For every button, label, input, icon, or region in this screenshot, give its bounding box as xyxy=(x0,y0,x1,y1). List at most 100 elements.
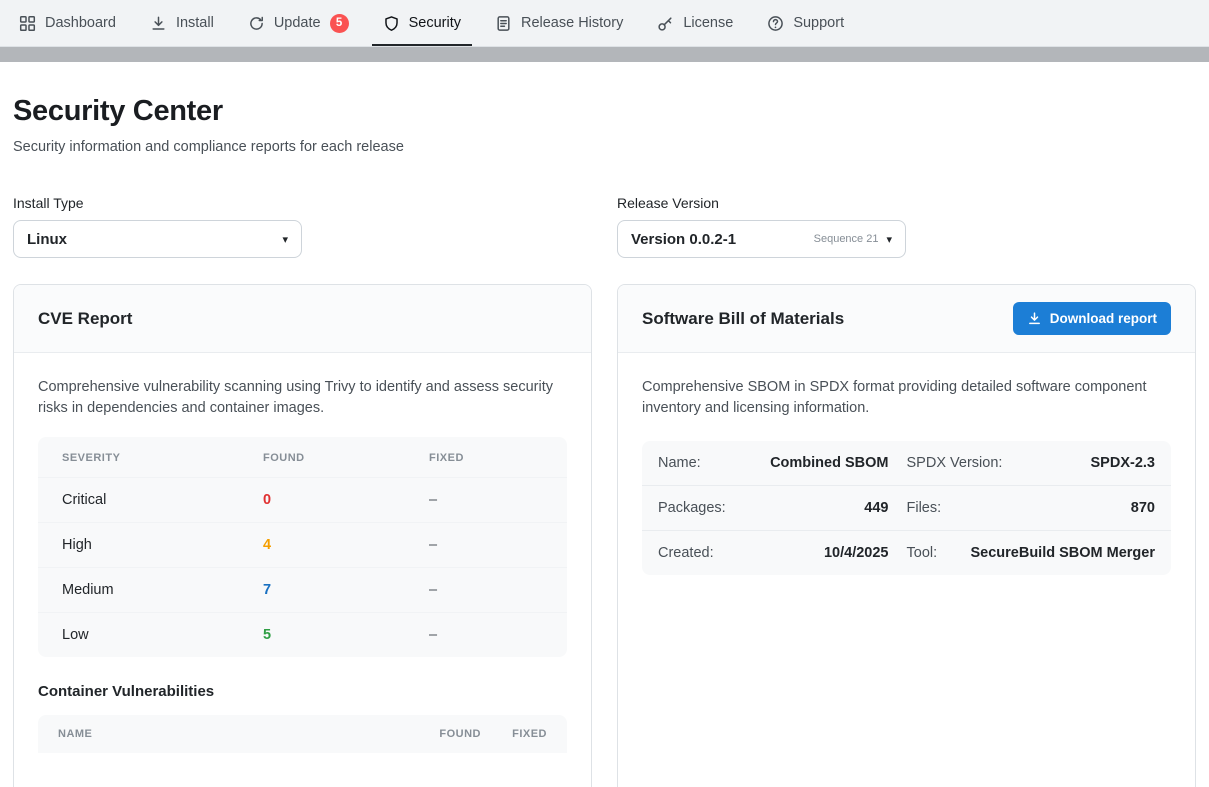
detail-value: SecureBuild SBOM Merger xyxy=(970,545,1155,561)
detail-cell-files: Files: 870 xyxy=(907,500,1156,516)
sbom-body: Comprehensive SBOM in SPDX format provid… xyxy=(618,353,1195,599)
report-cards: CVE Report Comprehensive vulnerability s… xyxy=(13,284,1196,787)
cve-report-title: CVE Report xyxy=(38,309,132,329)
top-nav: Dashboard Install Update 5 Security xyxy=(0,0,1209,47)
sbom-card: Software Bill of Materials Download repo… xyxy=(617,284,1196,787)
fixed-col-header: FIXED xyxy=(481,728,547,740)
install-type-value: Linux xyxy=(27,231,274,248)
release-version-filter: Release Version Version 0.0.2-1 Sequence… xyxy=(617,195,1196,258)
fixed-count: – xyxy=(429,537,543,553)
table-row: Packages: 449 Files: 870 xyxy=(642,485,1171,530)
install-type-label: Install Type xyxy=(13,195,592,211)
license-key-icon xyxy=(657,15,674,32)
security-center-page: Security Center Security information and… xyxy=(0,95,1209,787)
install-icon xyxy=(150,15,167,32)
table-row-low: Low 5 – xyxy=(38,612,567,657)
detail-cell-name: Name: Combined SBOM xyxy=(658,455,907,471)
chevron-down-icon: ▾ xyxy=(282,233,288,246)
severity-table: SEVERITY FOUND FIXED Critical 0 – High 4… xyxy=(38,437,567,657)
detail-value: 449 xyxy=(864,500,888,516)
page-subtitle: Security information and compliance repo… xyxy=(13,139,1196,155)
sbom-header: Software Bill of Materials Download repo… xyxy=(618,285,1195,353)
update-count-badge: 5 xyxy=(330,14,349,33)
nav-label: License xyxy=(683,15,733,31)
severity-table-header: SEVERITY FOUND FIXED xyxy=(38,437,567,477)
nav-item-install[interactable]: Install xyxy=(133,0,231,46)
release-version-value: Version 0.0.2-1 xyxy=(631,231,806,248)
detail-label: SPDX Version: xyxy=(907,455,1003,471)
detail-value: SPDX-2.3 xyxy=(1091,455,1155,471)
severity-name: High xyxy=(62,537,263,553)
detail-label: Tool: xyxy=(907,545,938,561)
table-row-high: High 4 – xyxy=(38,522,567,567)
nav-item-release-history[interactable]: Release History xyxy=(478,0,640,46)
install-type-filter: Install Type Linux ▾ xyxy=(13,195,592,258)
detail-cell-packages: Packages: 449 xyxy=(658,500,907,516)
table-row-medium: Medium 7 – xyxy=(38,567,567,612)
detail-label: Name: xyxy=(658,455,701,471)
severity-name: Critical xyxy=(62,492,263,508)
nav-label: Update xyxy=(274,15,321,31)
detail-label: Created: xyxy=(658,545,714,561)
support-icon xyxy=(767,15,784,32)
download-report-button[interactable]: Download report xyxy=(1013,302,1171,335)
found-col-header: FOUND xyxy=(391,728,481,740)
download-report-label: Download report xyxy=(1050,311,1157,326)
severity-name: Medium xyxy=(62,582,263,598)
found-count: 0 xyxy=(263,492,429,508)
detail-label: Packages: xyxy=(658,500,726,516)
security-shield-icon xyxy=(383,15,400,32)
dashboard-icon xyxy=(19,15,36,32)
severity-col-header: SEVERITY xyxy=(62,452,263,464)
sbom-title: Software Bill of Materials xyxy=(642,309,844,329)
nav-label: Support xyxy=(793,15,844,31)
container-vulnerabilities-heading: Container Vulnerabilities xyxy=(38,683,567,700)
sbom-description: Comprehensive SBOM in SPDX format provid… xyxy=(642,377,1171,419)
found-count: 4 xyxy=(263,537,429,553)
container-vulnerabilities-table-header: NAME FOUND FIXED xyxy=(38,715,567,753)
cve-report-description: Comprehensive vulnerability scanning usi… xyxy=(38,377,567,419)
nav-item-license[interactable]: License xyxy=(640,0,750,46)
detail-value: 10/4/2025 xyxy=(824,545,889,561)
scroll-strip[interactable] xyxy=(0,47,1209,62)
nav-label: Install xyxy=(176,15,214,31)
detail-cell-created: Created: 10/4/2025 xyxy=(658,545,907,561)
table-row: Name: Combined SBOM SPDX Version: SPDX-2… xyxy=(642,441,1171,485)
detail-cell-tool: Tool: SecureBuild SBOM Merger xyxy=(907,545,1156,561)
release-version-sequence: Sequence 21 xyxy=(814,233,879,245)
nav-item-update[interactable]: Update 5 xyxy=(231,0,366,46)
install-type-select[interactable]: Linux ▾ xyxy=(13,220,302,258)
nav-label: Security xyxy=(409,15,461,31)
download-icon xyxy=(1027,311,1042,326)
chevron-down-icon: ▾ xyxy=(886,233,892,246)
severity-name: Low xyxy=(62,627,263,643)
nav-item-security[interactable]: Security xyxy=(366,0,478,46)
fixed-count: – xyxy=(429,627,543,643)
found-count: 5 xyxy=(263,627,429,643)
fixed-count: – xyxy=(429,492,543,508)
release-version-select[interactable]: Version 0.0.2-1 Sequence 21 ▾ xyxy=(617,220,906,258)
detail-value: 870 xyxy=(1131,500,1155,516)
found-count: 7 xyxy=(263,582,429,598)
sbom-details-table: Name: Combined SBOM SPDX Version: SPDX-2… xyxy=(642,441,1171,575)
page-title: Security Center xyxy=(13,95,1196,128)
nav-item-dashboard[interactable]: Dashboard xyxy=(2,0,133,46)
detail-cell-spdx-version: SPDX Version: SPDX-2.3 xyxy=(907,455,1156,471)
name-col-header: NAME xyxy=(58,728,391,740)
table-row: Created: 10/4/2025 Tool: SecureBuild SBO… xyxy=(642,530,1171,575)
nav-label: Dashboard xyxy=(45,15,116,31)
found-col-header: FOUND xyxy=(263,452,429,464)
fixed-count: – xyxy=(429,582,543,598)
nav-item-support[interactable]: Support xyxy=(750,0,861,46)
cve-report-card: CVE Report Comprehensive vulnerability s… xyxy=(13,284,592,787)
update-icon xyxy=(248,15,265,32)
filters-row: Install Type Linux ▾ Release Version Ver… xyxy=(13,195,1196,258)
detail-value: Combined SBOM xyxy=(770,455,888,471)
release-version-label: Release Version xyxy=(617,195,1196,211)
release-history-icon xyxy=(495,15,512,32)
nav-label: Release History xyxy=(521,15,623,31)
detail-label: Files: xyxy=(907,500,942,516)
table-row-critical: Critical 0 – xyxy=(38,477,567,522)
cve-report-body: Comprehensive vulnerability scanning usi… xyxy=(14,353,591,777)
cve-report-header: CVE Report xyxy=(14,285,591,353)
